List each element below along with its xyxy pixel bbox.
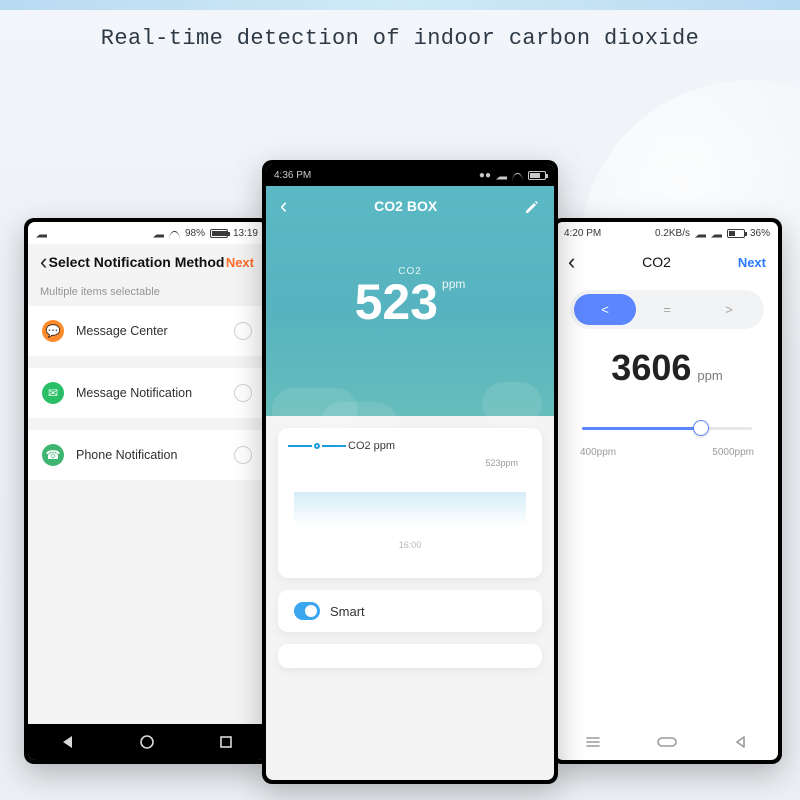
status-time: 13:19 [233, 228, 258, 239]
option-label: Phone Notification [76, 448, 222, 462]
helper-text: Multiple items selectable [28, 280, 266, 306]
operator-segmented-control[interactable]: < = > [570, 290, 764, 329]
co2-chart[interactable]: 523ppm 16:00 [294, 458, 526, 550]
phone-right: 4:20 PM 0.2KB/s 36% ‹ CO2 Next < = > 360… [552, 218, 782, 764]
battery-icon [528, 171, 546, 180]
toggle-icon[interactable] [294, 602, 320, 620]
nav-menu-button[interactable] [579, 733, 607, 751]
smart-label: Smart [330, 604, 365, 619]
chart-x-label: 16:00 [294, 540, 526, 550]
smart-card[interactable]: Smart [278, 590, 542, 632]
page-title: Real-time detection of indoor carbon dio… [0, 26, 800, 51]
status-bar: 98% 13:19 [28, 222, 266, 244]
legend-dot-icon [314, 443, 320, 449]
triangle-back-icon [60, 734, 76, 750]
notif-option-phone-notification[interactable]: ☎ Phone Notification [28, 430, 266, 480]
menu-icon [585, 735, 601, 749]
next-button[interactable]: Next [226, 255, 254, 270]
battery-text: 98% [185, 228, 205, 239]
slider-thumb[interactable] [693, 420, 709, 436]
status-icons-cluster: ●● [479, 170, 491, 181]
decorative-top-bar [0, 0, 800, 10]
signal-icon [695, 229, 706, 238]
threshold-value: 3606 [611, 347, 691, 388]
android-nav-bar [28, 724, 266, 760]
radio-icon[interactable] [234, 322, 252, 340]
edit-icon[interactable] [524, 198, 540, 214]
back-icon[interactable]: ‹ [40, 251, 47, 273]
status-time: 4:20 PM [564, 228, 601, 239]
option-label: Message Notification [76, 386, 222, 400]
battery-text: 36% [750, 228, 770, 239]
next-card-peek [278, 644, 542, 668]
next-button[interactable]: Next [738, 255, 766, 270]
rate-text: 0.2KB/s [655, 228, 690, 239]
status-bar: 4:36 PM ●● [266, 164, 554, 186]
pill-home-icon [656, 735, 678, 749]
device-title: CO2 BOX [374, 198, 437, 214]
phone-icon: ☎ [42, 444, 64, 466]
reading-unit: ppm [442, 277, 465, 291]
circle-home-icon [139, 734, 155, 750]
battery-icon [210, 229, 228, 238]
signal-icon [496, 171, 507, 180]
title-bar: ‹ Select Notification Method Next [28, 244, 266, 280]
slider-fill [582, 427, 701, 430]
radio-icon[interactable] [234, 446, 252, 464]
cloud-decor [320, 402, 398, 446]
nav-home-button[interactable] [653, 733, 681, 751]
back-icon[interactable]: ‹ [568, 251, 575, 273]
wifi-icon [169, 231, 180, 240]
nav-back-button[interactable] [60, 734, 76, 750]
android-nav-bar [556, 724, 778, 760]
operator-greater-than[interactable]: > [698, 294, 760, 325]
nav-recent-button[interactable] [218, 734, 234, 750]
screen-title: CO2 [642, 254, 671, 270]
notif-option-message-notification[interactable]: ✉ Message Notification [28, 368, 266, 418]
nav-back-button[interactable] [727, 733, 755, 751]
chart-point-label: 523ppm [485, 458, 518, 468]
chat-icon: 💬 [42, 320, 64, 342]
status-time: 4:36 PM [274, 170, 311, 181]
slider-track [582, 427, 752, 430]
co2-hero-panel: ‹ CO2 BOX CO2 523 ppm [266, 186, 554, 416]
title-bar: ‹ CO2 Next [556, 244, 778, 280]
triangle-back-icon [734, 735, 748, 749]
signal-icon [711, 229, 722, 238]
reading-value: 523 [355, 277, 438, 327]
cloud-decor [482, 382, 542, 426]
phone-center: 4:36 PM ●● ‹ CO2 BOX CO2 523ppm CO2 pp [262, 160, 558, 784]
radio-icon[interactable] [234, 384, 252, 402]
square-recent-icon [218, 734, 234, 750]
slider-max-label: 5000ppm [712, 447, 754, 458]
notif-option-message-center[interactable]: 💬 Message Center [28, 306, 266, 356]
threshold-unit: ppm [697, 368, 722, 383]
battery-icon [727, 229, 745, 238]
threshold-display: 3606 ppm [556, 347, 778, 389]
alarm-icon [36, 229, 47, 238]
nav-home-button[interactable] [139, 734, 155, 750]
option-label: Message Center [76, 324, 222, 338]
threshold-slider[interactable] [582, 417, 752, 443]
back-icon[interactable]: ‹ [280, 195, 287, 217]
wifi-icon [512, 173, 523, 182]
slider-min-label: 400ppm [580, 447, 616, 458]
operator-less-than[interactable]: < [574, 294, 636, 325]
status-bar: 4:20 PM 0.2KB/s 36% [556, 222, 778, 244]
envelope-icon: ✉ [42, 382, 64, 404]
screen-title: Select Notification Method [49, 254, 225, 270]
operator-equals[interactable]: = [636, 294, 698, 325]
reading-label: CO2 [266, 266, 554, 277]
phone-left: 98% 13:19 ‹ Select Notification Method N… [24, 218, 270, 764]
chart-card: CO2 ppm 523ppm 16:00 [278, 428, 542, 578]
signal-icon [153, 229, 164, 238]
